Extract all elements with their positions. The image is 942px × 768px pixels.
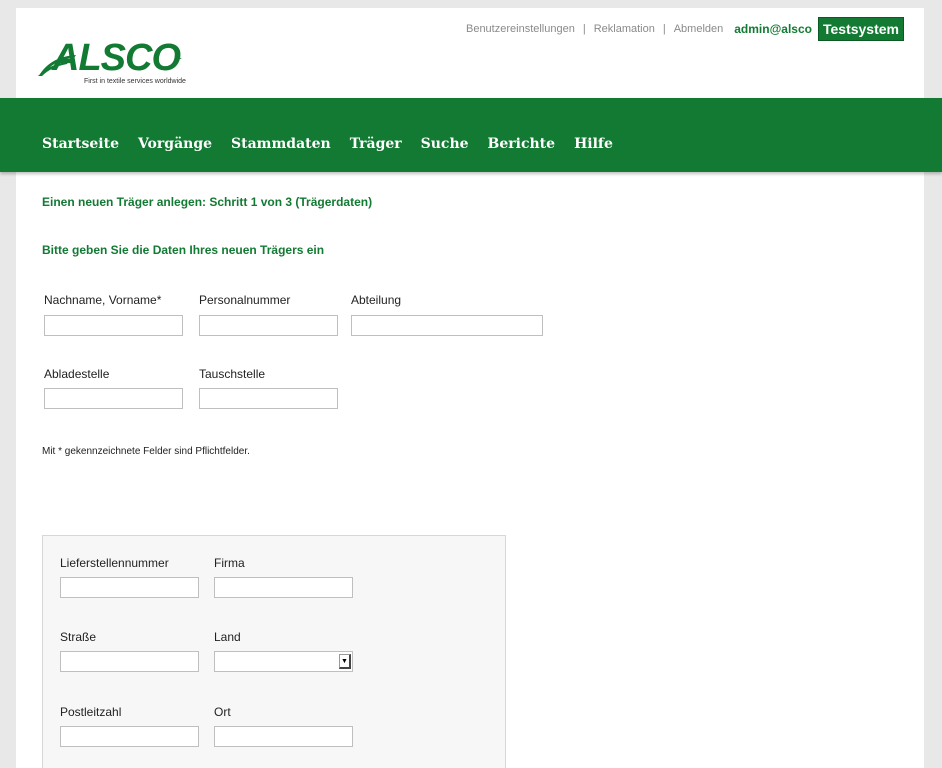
settings-link[interactable]: Benutzereinstellungen [466,23,575,35]
city-label: Ort [214,705,231,719]
nav-item-suche[interactable]: Suche [421,136,469,152]
dropdown-arrow-icon[interactable]: ▼ [339,654,351,669]
personnel-number-input[interactable] [199,315,338,336]
name-label: Nachname, Vorname* [44,293,162,307]
nav-item-stammdaten[interactable]: Stammdaten [231,136,331,152]
main-navbar: Startseite Vorgänge Stammdaten Träger Su… [0,98,942,172]
unloading-point-label: Abladestelle [44,367,110,381]
nav-item-traeger[interactable]: Träger [350,136,402,152]
step-heading: Einen neuen Träger anlegen: Schritt 1 vo… [42,195,373,209]
separator: | [662,23,666,35]
city-input[interactable] [214,726,353,747]
company-label: Firma [214,556,245,570]
street-label: Straße [60,630,97,644]
logo-wordmark: ALSCO. [52,37,182,79]
instructions-heading: Bitte geben Sie die Daten Ihres neuen Tr… [42,243,325,257]
department-label: Abteilung [351,293,402,307]
nav-item-vorgaenge[interactable]: Vorgänge [138,136,212,152]
required-fields-note: Mit * gekennzeichnete Felder sind Pflich… [42,446,250,457]
exchange-point-label: Tauschstelle [199,367,266,381]
delivery-number-input[interactable] [60,577,199,598]
header: ALSCO. First in textile services worldwi… [16,8,924,98]
nav-item-hilfe[interactable]: Hilfe [574,136,613,152]
alsco-logo[interactable]: ALSCO. First in textile services worldwi… [38,38,198,98]
testsystem-badge: Testsystem [817,17,904,41]
delivery-number-label: Lieferstellennummer [60,556,169,570]
unloading-point-input[interactable] [44,388,183,409]
company-input[interactable] [214,577,353,598]
main-nav: Startseite Vorgänge Stammdaten Träger Su… [42,136,632,152]
delivery-address-panel: Lieferstellennummer Firma Straße Land ▼ … [42,535,506,768]
department-input[interactable] [351,315,543,336]
street-input[interactable] [60,651,199,672]
current-user: admin@alsco [734,22,812,36]
complaint-link[interactable]: Reklamation [594,23,655,35]
exchange-point-input[interactable] [199,388,338,409]
nav-item-startseite[interactable]: Startseite [42,136,119,152]
country-label: Land [214,630,241,644]
nav-item-berichte[interactable]: Berichte [488,136,556,152]
zip-label: Postleitzahl [60,705,122,719]
separator: | [582,23,586,35]
personnel-number-label: Personalnummer [199,293,291,307]
name-input[interactable] [44,315,183,336]
top-links: Benutzereinstellungen | Reklamation | Ab… [466,17,904,41]
logo-tagline: First in textile services worldwide [84,78,186,85]
zip-input[interactable] [60,726,199,747]
country-select[interactable]: ▼ [214,651,353,672]
logout-link[interactable]: Abmelden [674,23,724,35]
